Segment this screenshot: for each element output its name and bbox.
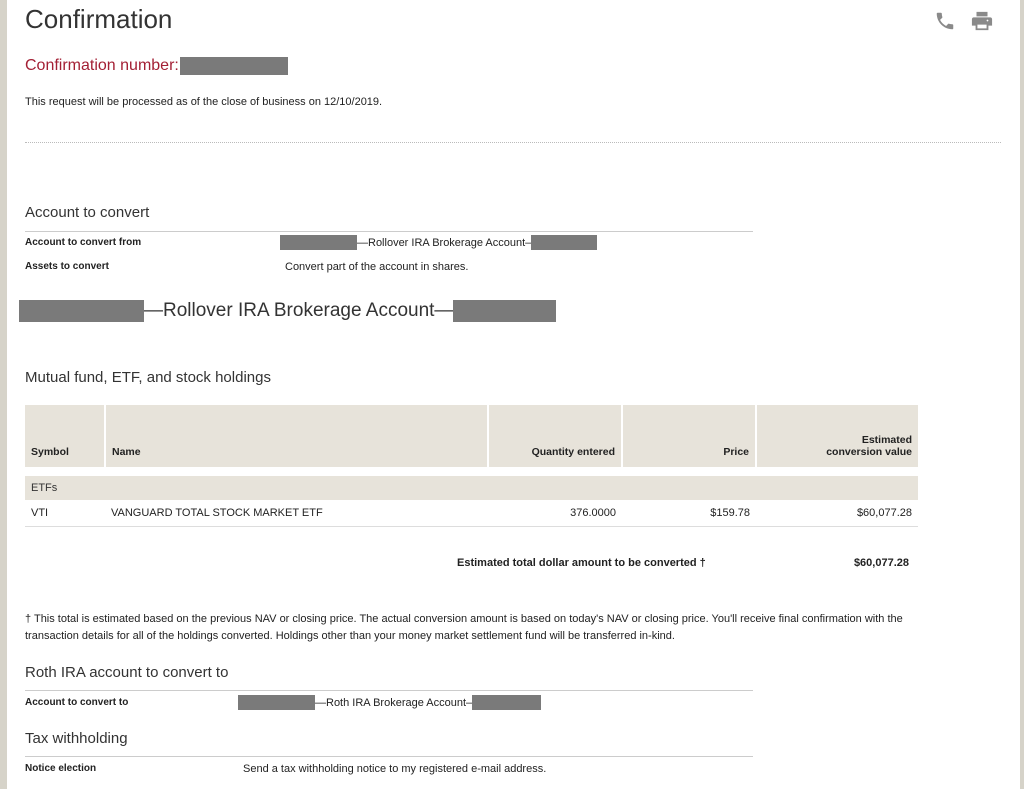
roth-account-text: —Roth IRA Brokerage Account– bbox=[315, 696, 473, 709]
phone-icon[interactable] bbox=[934, 10, 956, 32]
table-row: VTI VANGUARD TOTAL STOCK MARKET ETF 376.… bbox=[25, 500, 918, 527]
account-owner-redacted bbox=[472, 695, 542, 710]
confirmation-number-label: Confirmation number: bbox=[25, 57, 179, 74]
notice-election-value: Send a tax withholding notice to my regi… bbox=[243, 763, 547, 775]
account-from-value: —Rollover IRA Brokerage Account– bbox=[280, 235, 598, 250]
roth-heading: Roth IRA account to convert to bbox=[25, 664, 229, 681]
account-to-convert-heading: Account to convert bbox=[25, 204, 150, 221]
cell-name: VANGUARD TOTAL STOCK MARKET ETF bbox=[105, 500, 488, 527]
confirmation-number-line: Confirmation number: bbox=[25, 57, 288, 75]
account-number-redacted bbox=[280, 235, 357, 250]
column-header-symbol: Symbol bbox=[25, 405, 106, 467]
account-heading: —Rollover IRA Brokerage Account— bbox=[19, 300, 557, 322]
table-spacer bbox=[25, 467, 918, 476]
account-heading-text: —Rollover IRA Brokerage Account— bbox=[144, 300, 454, 321]
estimated-label: Estimated bbox=[861, 434, 912, 446]
print-icon[interactable] bbox=[971, 10, 993, 32]
account-from-label: Account to convert from bbox=[25, 237, 142, 248]
assets-value: Convert part of the account in shares. bbox=[285, 261, 469, 273]
account-number-redacted bbox=[19, 300, 144, 322]
cell-estimated-value: $60,077.28 bbox=[756, 500, 918, 527]
dotted-divider bbox=[25, 142, 1001, 143]
roth-account-label: Account to convert to bbox=[25, 697, 129, 708]
roth-account-value: —Roth IRA Brokerage Account– bbox=[238, 695, 542, 710]
right-frame-border bbox=[1020, 0, 1024, 789]
tax-heading: Tax withholding bbox=[25, 730, 128, 747]
section-rule bbox=[25, 756, 753, 757]
conversion-value-label: conversion value bbox=[826, 446, 912, 458]
section-rule bbox=[25, 690, 753, 691]
holdings-heading: Mutual fund, ETF, and stock holdings bbox=[25, 369, 271, 386]
account-owner-redacted bbox=[531, 235, 598, 250]
header-actions bbox=[934, 10, 993, 32]
column-header-quantity: Quantity entered bbox=[488, 405, 623, 467]
holdings-table: Symbol Name Quantity entered Price Estim… bbox=[25, 405, 918, 527]
cell-price: $159.78 bbox=[622, 500, 756, 527]
group-row-etfs: ETFs bbox=[25, 476, 918, 500]
confirmation-number-redacted bbox=[179, 57, 288, 75]
account-from-text: —Rollover IRA Brokerage Account– bbox=[357, 236, 532, 249]
total-value: $60,077.28 bbox=[853, 557, 909, 569]
footnote: † This total is estimated based on the p… bbox=[25, 613, 903, 642]
cell-quantity: 376.0000 bbox=[488, 500, 622, 527]
page-title: Confirmation bbox=[25, 4, 173, 34]
left-frame-border bbox=[0, 0, 7, 789]
column-header-estimated-value: Estimated conversion value bbox=[756, 405, 918, 467]
processing-notice: This request will be processed as of the… bbox=[25, 96, 383, 108]
account-owner-redacted bbox=[453, 300, 557, 322]
cell-symbol: VTI bbox=[25, 500, 105, 527]
group-label: ETFs bbox=[25, 476, 918, 500]
assets-label: Assets to convert bbox=[25, 261, 109, 272]
column-header-name: Name bbox=[105, 405, 489, 467]
notice-election-label: Notice election bbox=[25, 763, 97, 774]
account-number-redacted bbox=[238, 695, 315, 710]
total-label: Estimated total dollar amount to be conv… bbox=[457, 557, 706, 569]
table-header-row: Symbol Name Quantity entered Price Estim… bbox=[25, 405, 918, 467]
section-rule bbox=[25, 231, 753, 232]
column-header-price: Price bbox=[622, 405, 757, 467]
